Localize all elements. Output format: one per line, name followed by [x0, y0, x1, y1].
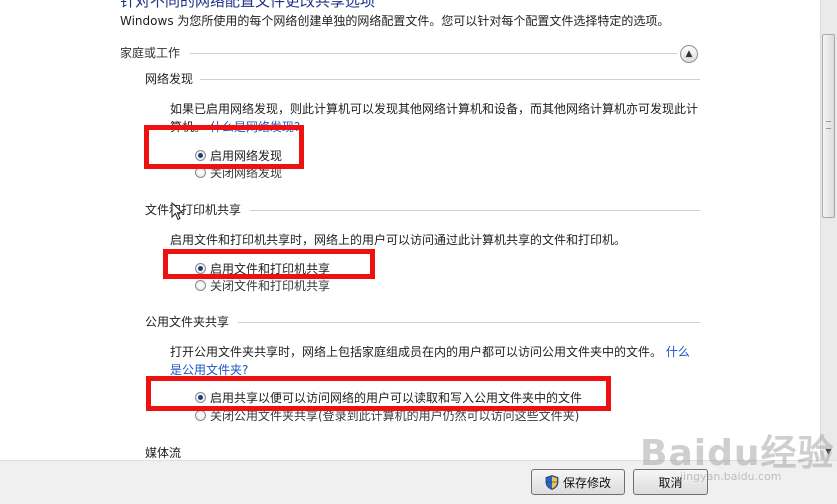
option-label[interactable]: 关闭文件和打印机共享 — [210, 277, 330, 294]
group-heading-home-work: 家庭或工作 — [120, 46, 181, 60]
scrollbar-grip-icon — [826, 121, 831, 129]
cancel-label[interactable]: 取消 — [658, 474, 682, 491]
group-divider — [190, 53, 677, 54]
section-label-network-discovery: 网络发现 — [145, 72, 194, 86]
chevron-up-icon: ▲ — [685, 48, 693, 59]
section-divider — [200, 79, 700, 80]
page-title: 针对不同的网络配置文件更改共享选项 — [120, 0, 376, 10]
save-changes-label[interactable]: 保存修改 — [563, 474, 611, 491]
section-divider — [250, 210, 700, 211]
radio-disable-file-printer-sharing[interactable]: 关闭文件和打印机共享 — [195, 277, 330, 293]
radio-button[interactable] — [195, 409, 206, 421]
highlight-box — [144, 125, 304, 169]
uac-shield-icon — [545, 474, 559, 490]
watermark-url: jingyan.baidu.com — [680, 470, 782, 483]
section-divider — [238, 322, 700, 323]
watermark-logo: Baidu经验 — [640, 433, 835, 474]
radio-button[interactable] — [195, 279, 206, 291]
section-label-media-streaming: 媒体流 — [145, 446, 182, 460]
highlight-box — [146, 376, 611, 411]
highlight-box — [163, 249, 375, 279]
intro-text: Windows 为您所使用的每个网络创建单独的网络配置文件。您可以针对每个配置文… — [120, 14, 670, 28]
section-label-file-printer-sharing: 文件和打印机共享 — [145, 203, 242, 217]
public-folder-sharing-description: 打开公用文件夹共享时，网络上包括家庭组成员在内的用户都可以访问公用文件夹中的文件… — [170, 343, 700, 379]
collapse-button[interactable]: ▲ — [680, 45, 698, 63]
section-label-public-folder-sharing: 公用文件夹共享 — [145, 315, 230, 329]
mouse-cursor-icon — [171, 202, 184, 221]
file-printer-sharing-description: 启用文件和打印机共享时，网络上的用户可以访问通过此计算机共享的文件和打印机。 — [170, 233, 627, 247]
save-changes-button[interactable]: 保存修改 — [531, 469, 625, 495]
public-folder-sharing-description-text: 打开公用文件夹共享时，网络上包括家庭组成员在内的用户都可以访问公用文件夹中的文件… — [170, 345, 663, 359]
